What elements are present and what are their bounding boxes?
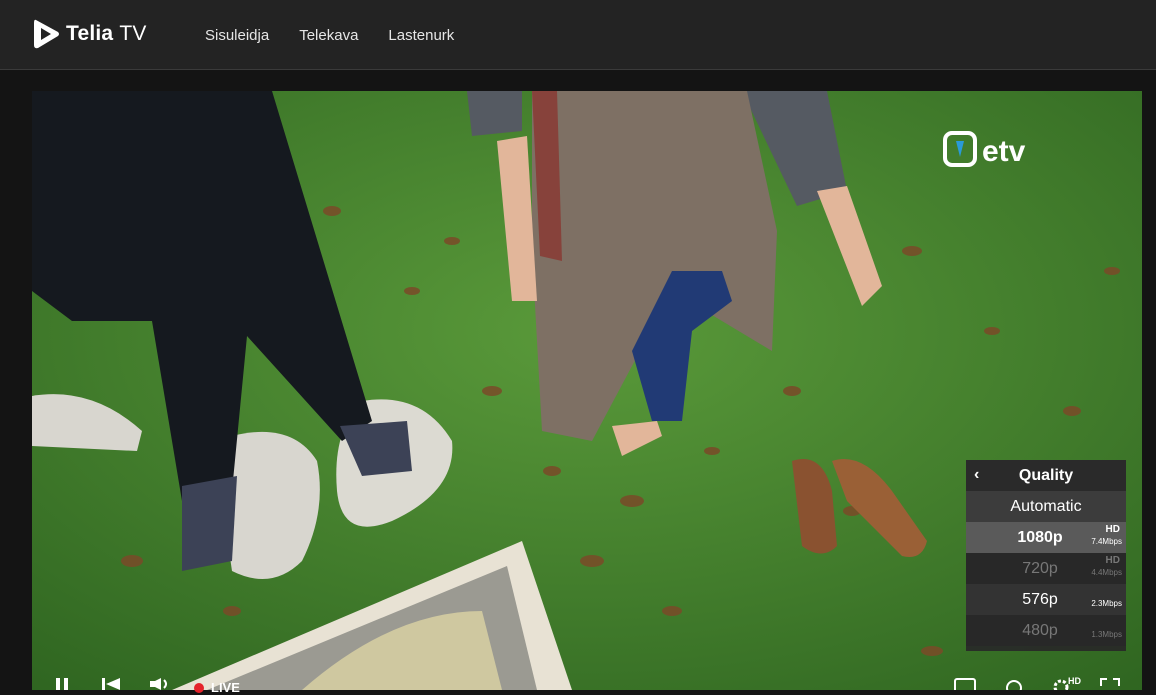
bitrate-label: 7.4Mbps (1091, 537, 1122, 546)
quality-option-label: 480p (1022, 621, 1058, 639)
svg-text:etv: etv (982, 135, 1026, 168)
bitrate-label: 2.3Mbps (1091, 599, 1122, 608)
brand-name: Telia TV (66, 22, 147, 45)
live-dot-icon (194, 682, 204, 693)
settings-button[interactable]: HD (1052, 676, 1081, 690)
quality-option-1080p[interactable]: 1080p HD 7.4Mbps (966, 522, 1126, 553)
quality-option-label: 1080p (1017, 528, 1063, 546)
main-nav: Sisuleidja Telekava Lastenurk (205, 27, 454, 44)
play-logo-icon (34, 19, 59, 49)
quality-option-576p[interactable]: 576p 2.3Mbps (966, 584, 1126, 615)
player-controls: LIVE HD (32, 672, 1142, 695)
skip-back-icon[interactable] (102, 678, 120, 690)
nav-item-lastenurk[interactable]: Lastenurk (388, 27, 454, 44)
top-bar: Telia TV Sisuleidja Telekava Lastenurk (0, 0, 1156, 70)
live-label: LIVE (211, 680, 240, 695)
hd-badge: HD (1068, 676, 1081, 686)
bitrate-label: 4.4Mbps (1091, 568, 1122, 577)
telia-tv-logo[interactable]: Telia TV (32, 18, 147, 50)
pause-icon[interactable] (54, 678, 70, 690)
back-chevron-icon[interactable]: ‹ (974, 466, 979, 484)
quality-option-label: Automatic (1010, 497, 1082, 515)
fullscreen-icon[interactable] (1100, 678, 1120, 690)
quality-menu: ‹ Quality Automatic 1080p HD 7.4Mbps 720… (966, 460, 1126, 651)
quality-option-label: 576p (1022, 590, 1058, 608)
search-icon[interactable] (1004, 678, 1024, 690)
quality-menu-title: Quality (1018, 466, 1074, 484)
hd-badge: HD (1105, 524, 1120, 535)
subtitles-icon[interactable] (954, 678, 976, 690)
volume-icon[interactable] (150, 678, 172, 690)
bitrate-label: 1.3Mbps (1091, 630, 1122, 639)
hd-badge: HD (1105, 555, 1120, 566)
quality-option-label: 720p (1022, 559, 1058, 577)
quality-menu-header: ‹ Quality (966, 460, 1126, 491)
nav-item-telekava[interactable]: Telekava (299, 27, 358, 44)
quality-option-480p: 480p 1.3Mbps (966, 615, 1126, 646)
quality-option-720p: 720p HD 4.4Mbps (966, 553, 1126, 584)
video-player[interactable]: etv ‹ Quality Automatic 1080p HD 7.4Mbps… (32, 91, 1142, 690)
quality-option-automatic[interactable]: Automatic (966, 491, 1126, 522)
live-indicator[interactable]: LIVE (194, 680, 240, 695)
nav-item-sisuleidja[interactable]: Sisuleidja (205, 27, 269, 44)
